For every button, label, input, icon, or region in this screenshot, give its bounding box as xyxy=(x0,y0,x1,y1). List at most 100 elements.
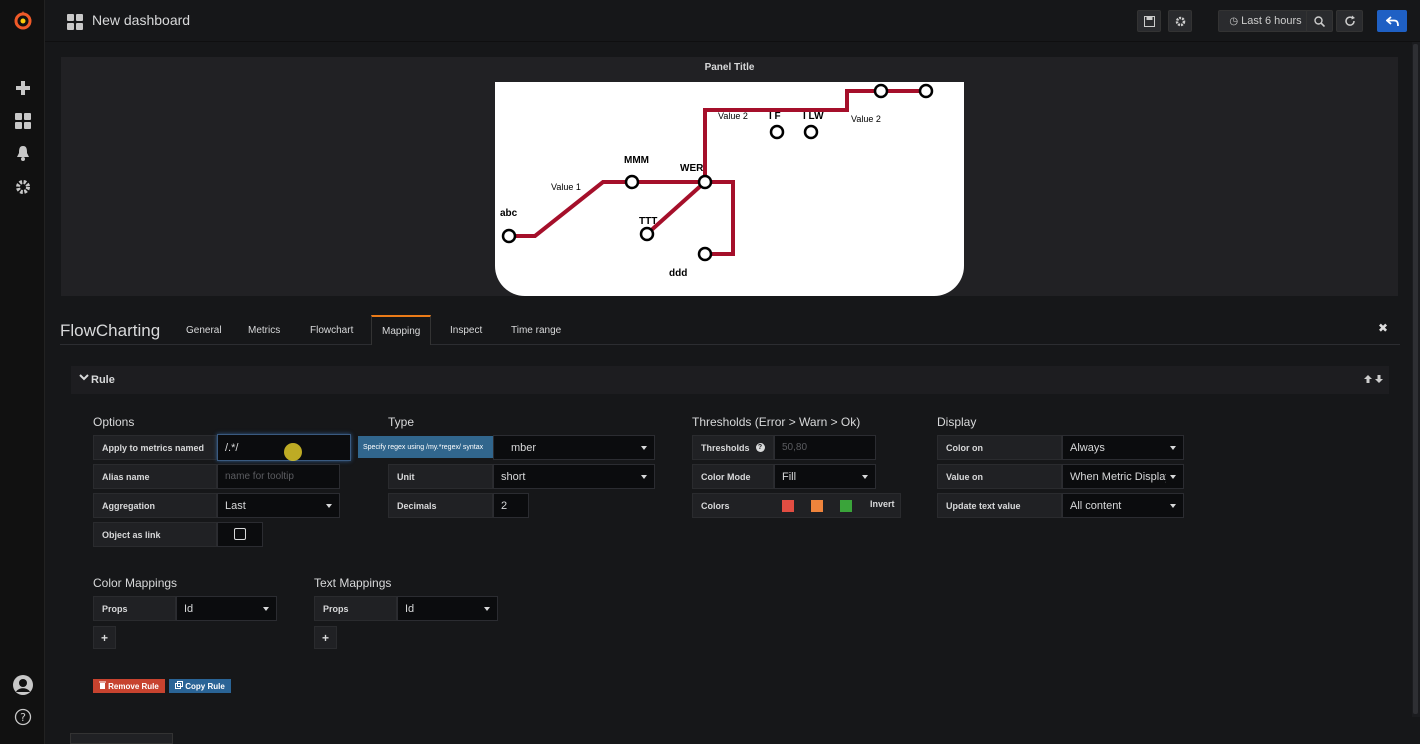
copy-rule-label: Copy Rule xyxy=(185,681,225,691)
type-select[interactable]: mber xyxy=(493,435,655,460)
tab-metrics[interactable]: Metrics xyxy=(238,315,290,345)
panel-editor-tabs: FlowCharting General Metrics Flowchart M… xyxy=(60,315,1400,345)
alias-name-label: Alias name xyxy=(93,464,217,489)
caret-down-icon xyxy=(641,446,647,450)
zoom-out-icon[interactable] xyxy=(1306,10,1333,32)
tab-general[interactable]: General xyxy=(176,315,232,345)
copy-rule-button[interactable]: Copy Rule xyxy=(169,679,231,693)
move-rule-icon[interactable] xyxy=(1363,374,1384,387)
node-wer[interactable] xyxy=(697,174,713,190)
metro-line-wer-ddd xyxy=(705,180,735,256)
scrollbar[interactable] xyxy=(1412,42,1420,717)
color-swatch-ok[interactable] xyxy=(840,500,852,512)
rule-header[interactable]: Rule xyxy=(71,366,1389,394)
trash-icon xyxy=(99,681,107,691)
node-end-1[interactable] xyxy=(873,83,889,99)
label-abc: abc xyxy=(500,208,518,219)
apply-metrics-label: Apply to metrics named xyxy=(93,435,217,460)
add-color-mapping-button[interactable]: + xyxy=(93,626,116,649)
tab-mapping[interactable]: Mapping xyxy=(371,315,432,345)
label-value-2b: Value 2 xyxy=(851,114,881,124)
color-on-select[interactable]: Always xyxy=(1062,435,1184,460)
caret-down-icon xyxy=(1170,446,1176,450)
gear-icon[interactable] xyxy=(12,176,34,198)
label-ddd: ddd xyxy=(669,268,687,279)
settings-icon[interactable] xyxy=(1168,10,1192,32)
flowchart-diagram: abc MMM WER TTT ddd I F I LW Value 1 Val… xyxy=(500,83,934,279)
update-text-select[interactable]: All content xyxy=(1062,493,1184,518)
top-navbar: New dashboard ◷ Last 6 hours xyxy=(45,0,1420,42)
remove-rule-label: Remove Rule xyxy=(108,681,159,691)
value-on-select[interactable]: When Metric Display xyxy=(1062,464,1184,489)
add-text-mapping-button[interactable]: + xyxy=(314,626,337,649)
remove-rule-button[interactable]: Remove Rule xyxy=(93,679,165,693)
clock-icon: ◷ xyxy=(1229,15,1239,27)
node-abc[interactable] xyxy=(501,228,517,244)
label-wer: WER xyxy=(680,163,704,174)
tab-flowchart[interactable]: Flowchart xyxy=(300,315,363,345)
add-rule-button[interactable] xyxy=(70,733,173,744)
node-mmm[interactable] xyxy=(624,174,640,190)
avatar[interactable] xyxy=(12,674,34,696)
text-props-label: Props xyxy=(314,596,397,621)
color-props-select[interactable]: Id xyxy=(176,596,277,621)
dashboards-icon[interactable] xyxy=(12,110,34,132)
help-icon[interactable]: ? xyxy=(12,706,34,728)
node-if[interactable] xyxy=(769,124,785,140)
node-end-2[interactable] xyxy=(918,83,934,99)
node-ttt[interactable] xyxy=(639,226,655,242)
colors-label: Colors xyxy=(701,500,730,511)
back-to-dashboard-button[interactable] xyxy=(1377,10,1407,32)
color-swatch-error[interactable] xyxy=(782,500,794,512)
thresholds-label: Thresholds ? xyxy=(692,435,774,460)
back-arrow-icon xyxy=(1385,15,1399,26)
plus-icon[interactable] xyxy=(12,77,34,99)
color-mode-label: Color Mode xyxy=(692,464,774,489)
node-ddd[interactable] xyxy=(697,246,713,262)
bell-icon[interactable] xyxy=(12,142,34,164)
color-mode-value: Fill xyxy=(782,470,797,483)
chevron-down-icon[interactable] xyxy=(79,372,89,384)
text-mappings-heading: Text Mappings xyxy=(314,576,392,590)
invert-button[interactable]: Invert xyxy=(870,499,895,509)
unit-label: Unit xyxy=(388,464,493,489)
text-props-select[interactable]: Id xyxy=(397,596,498,621)
tab-inspect[interactable]: Inspect xyxy=(440,315,492,345)
node-ilw[interactable] xyxy=(803,124,819,140)
object-as-link-label: Object as link xyxy=(93,522,217,547)
tab-time-range[interactable]: Time range xyxy=(501,315,571,345)
grafana-logo-icon[interactable] xyxy=(12,9,34,31)
editor-title: FlowCharting xyxy=(60,321,161,340)
aggregation-select[interactable]: Last xyxy=(217,493,340,518)
display-heading: Display xyxy=(937,415,977,429)
panel-title[interactable]: Panel Title xyxy=(61,62,1398,73)
unit-select[interactable]: short xyxy=(493,464,655,489)
decimals-input[interactable]: 2 xyxy=(493,493,529,518)
close-editor-icon[interactable]: ✖ xyxy=(1378,321,1388,335)
regex-tooltip: Specify regex using /my.*regex/ syntax xyxy=(358,436,510,458)
caret-down-icon xyxy=(326,504,332,508)
label-ttt: TTT xyxy=(639,216,657,227)
color-mode-select[interactable]: Fill xyxy=(774,464,876,489)
time-picker-button[interactable]: ◷ Last 6 hours xyxy=(1218,10,1313,32)
caret-down-icon xyxy=(1170,504,1176,508)
thresholds-label-text: Thresholds xyxy=(701,442,750,453)
copy-icon xyxy=(175,681,184,691)
dashboard-grid-icon xyxy=(67,14,83,30)
scroll-thumb[interactable] xyxy=(1413,44,1418,714)
refresh-icon[interactable] xyxy=(1336,10,1363,32)
color-swatch-warn[interactable] xyxy=(811,500,823,512)
thresholds-input[interactable]: 50,80 xyxy=(774,435,876,460)
label-mmm: MMM xyxy=(624,155,649,166)
caret-down-icon xyxy=(641,475,647,479)
type-value: mber xyxy=(511,441,537,454)
object-as-link-checkbox[interactable] xyxy=(234,528,246,540)
label-value-1: Value 1 xyxy=(551,182,581,192)
text-props-value: Id xyxy=(405,602,415,615)
alias-name-input[interactable]: name for tooltip xyxy=(217,464,340,489)
question-circle-icon[interactable]: ? xyxy=(755,443,765,452)
aggregation-label: Aggregation xyxy=(93,493,217,518)
dashboard-title[interactable]: New dashboard xyxy=(92,12,190,28)
save-icon[interactable] xyxy=(1137,10,1161,32)
color-on-label: Color on xyxy=(937,435,1062,460)
